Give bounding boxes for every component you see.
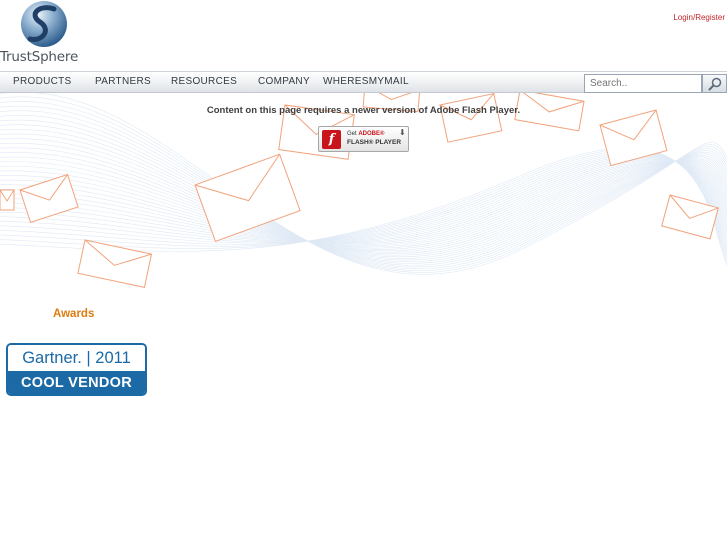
flash-badge-adobe: ADOBE®	[358, 131, 385, 137]
search-button[interactable]	[702, 74, 727, 93]
nav-item-partners[interactable]: PARTNERS	[95, 76, 151, 87]
trustsphere-logo-icon[interactable]	[20, 0, 68, 48]
background-wave-line	[0, 157, 727, 242]
gartner-badge-top: Gartner. | 2011	[8, 345, 145, 371]
envelope-icon	[19, 173, 79, 223]
envelope-icon	[0, 189, 15, 211]
envelope-icon	[661, 194, 719, 240]
get-flash-player-button[interactable]: f Get ADOBE® FLASH® PLAYER ⬇	[318, 126, 409, 152]
nav-item-resources[interactable]: RESOURCES	[171, 76, 237, 87]
nav-item-company[interactable]: COMPANY	[258, 76, 310, 87]
envelope-icon	[439, 92, 503, 143]
login-register-link[interactable]: Login/Register	[673, 13, 725, 22]
flash-logo-icon: f	[322, 130, 341, 149]
background-wave-line	[0, 156, 727, 252]
flash-badge-player: FLASH® PLAYER	[347, 139, 402, 146]
download-arrow-icon: ⬇	[399, 128, 406, 137]
awards-heading: Awards	[53, 308, 95, 320]
logo-wordmark: TrustSphere	[0, 49, 79, 65]
nav-item-wheresmymail[interactable]: WHERESMYMAIL	[323, 76, 409, 87]
flash-badge-get-line: Get ADOBE®	[347, 131, 384, 137]
flash-required-message: Content on this page requires a newer ve…	[206, 105, 521, 116]
gartner-cool-vendor-badge[interactable]: Gartner. | 2011 COOL VENDOR	[6, 343, 147, 396]
nav-item-products[interactable]: PRODUCTS	[13, 76, 72, 87]
gartner-badge-bottom: COOL VENDOR	[8, 371, 145, 394]
search-input[interactable]	[584, 74, 702, 93]
site-header: TrustSphere Login/Register	[0, 0, 727, 70]
background-wave-line	[0, 160, 727, 245]
search-icon	[708, 77, 722, 91]
main-nav: PRODUCTS PARTNERS RESOURCES COMPANY WHER…	[0, 71, 727, 93]
flash-badge-get: Get	[347, 131, 357, 137]
